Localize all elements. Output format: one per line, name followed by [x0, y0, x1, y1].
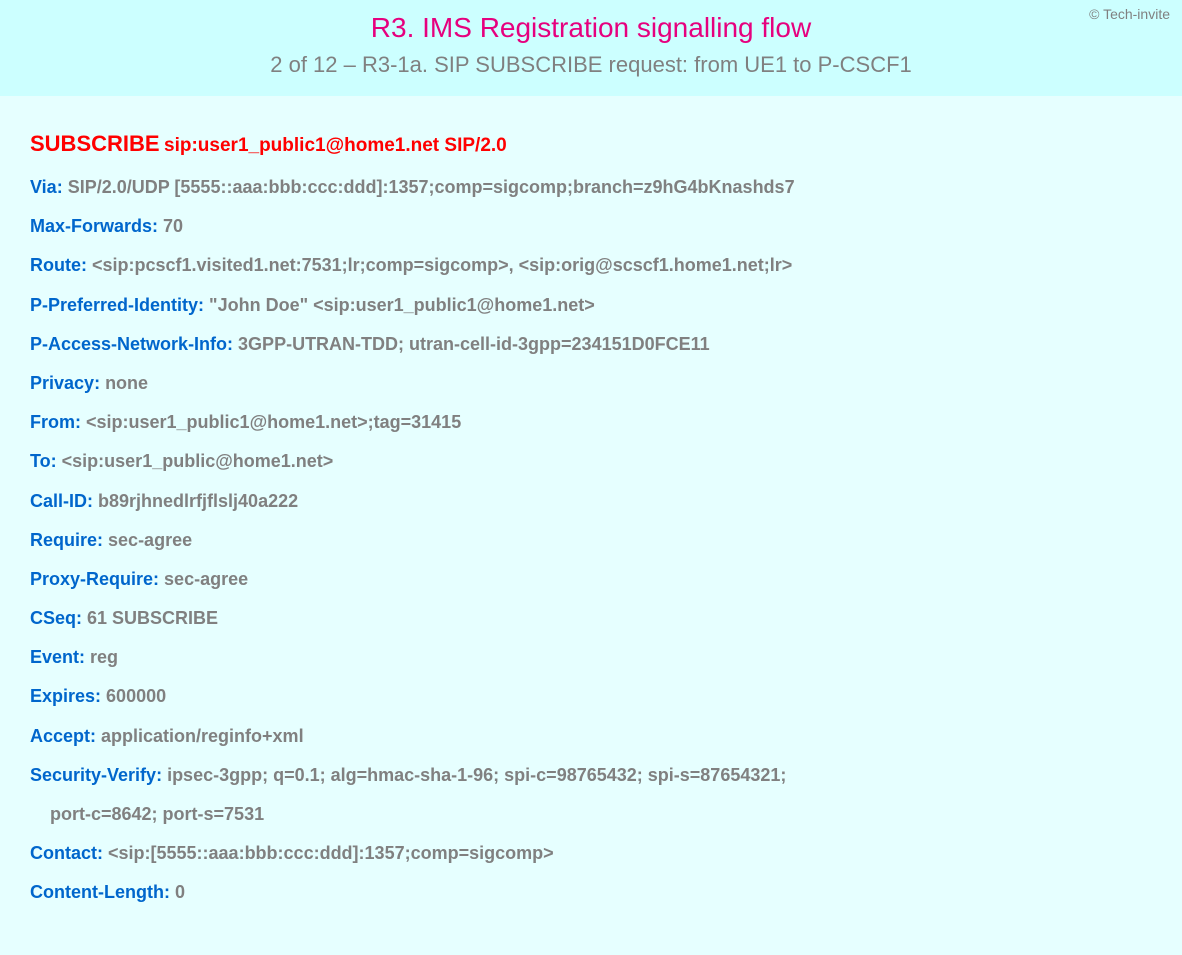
sip-header-value: <sip:user1_public1@home1.net>;tag=31415	[86, 412, 461, 432]
sip-header-line: Route: <sip:pcscf1.visited1.net:7531;lr;…	[30, 253, 1152, 278]
main-title: R3. IMS Registration signalling flow	[0, 12, 1182, 44]
sip-header-value: none	[105, 373, 148, 393]
colon: :	[153, 569, 164, 589]
sip-header-line: Content-Length: 0	[30, 880, 1152, 905]
request-line: SUBSCRIBE sip:user1_public1@home1.net SI…	[30, 131, 1152, 157]
sip-header-value: reg	[90, 647, 118, 667]
sip-header-name: Accept	[30, 726, 90, 746]
page-header: © Tech-invite R3. IMS Registration signa…	[0, 0, 1182, 96]
sip-header-value: sec-agree	[164, 569, 248, 589]
sip-header-value: "John Doe" <sip:user1_public1@home1.net>	[209, 295, 595, 315]
sip-header-name: From	[30, 412, 75, 432]
sip-header-line: To: <sip:user1_public@home1.net>	[30, 449, 1152, 474]
sip-header-line: Security-Verify: ipsec-3gpp; q=0.1; alg=…	[30, 763, 1152, 788]
sip-header-value: <sip:pcscf1.visited1.net:7531;lr;comp=si…	[92, 255, 792, 275]
sip-header-value-cont: port-c=8642; port-s=7531	[50, 804, 264, 824]
colon: :	[95, 686, 106, 706]
sip-header-name: Event	[30, 647, 79, 667]
sip-header-line: Via: SIP/2.0/UDP [5555::aaa:bbb:ccc:ddd]…	[30, 175, 1152, 200]
sip-request-uri: sip:user1_public1@home1.net SIP/2.0	[164, 135, 507, 156]
sip-header-name: Call-ID	[30, 491, 87, 511]
sip-header-continuation: port-c=8642; port-s=7531	[30, 802, 1152, 827]
colon: :	[75, 412, 86, 432]
sip-header-value: b89rjhnedlrfjflslj40a222	[98, 491, 298, 511]
colon: :	[94, 373, 105, 393]
sip-header-line: P-Preferred-Identity: "John Doe" <sip:us…	[30, 293, 1152, 318]
sip-headers-block: Via: SIP/2.0/UDP [5555::aaa:bbb:ccc:ddd]…	[30, 175, 1152, 906]
sip-header-value: <sip:[5555::aaa:bbb:ccc:ddd]:1357;comp=s…	[108, 843, 554, 863]
colon: :	[97, 530, 108, 550]
sip-header-name: Content-Length	[30, 882, 164, 902]
sip-header-line: From: <sip:user1_public1@home1.net>;tag=…	[30, 410, 1152, 435]
sip-header-name: Proxy-Require	[30, 569, 153, 589]
colon: :	[227, 334, 238, 354]
sip-header-name: P-Preferred-Identity	[30, 295, 198, 315]
sip-header-name: Max-Forwards	[30, 216, 152, 236]
sip-header-line: P-Access-Network-Info: 3GPP-UTRAN-TDD; u…	[30, 332, 1152, 357]
sip-header-value: sec-agree	[108, 530, 192, 550]
colon: :	[81, 255, 92, 275]
colon: :	[198, 295, 209, 315]
colon: :	[57, 177, 68, 197]
sip-method: SUBSCRIBE	[30, 131, 160, 156]
sip-header-line: Max-Forwards: 70	[30, 214, 1152, 239]
sip-header-name: To	[30, 451, 51, 471]
sip-header-value: 600000	[106, 686, 166, 706]
sub-title: 2 of 12 – R3-1a. SIP SUBSCRIBE request: …	[0, 52, 1182, 78]
colon: :	[51, 451, 62, 471]
sip-header-line: Require: sec-agree	[30, 528, 1152, 553]
sip-header-name: Require	[30, 530, 97, 550]
colon: :	[90, 726, 101, 746]
colon: :	[164, 882, 175, 902]
sip-header-name: Contact	[30, 843, 97, 863]
sip-header-value: 61 SUBSCRIBE	[87, 608, 218, 628]
sip-header-line: CSeq: 61 SUBSCRIBE	[30, 606, 1152, 631]
sip-header-value: ipsec-3gpp; q=0.1; alg=hmac-sha-1-96; sp…	[167, 765, 786, 785]
sip-header-name: Expires	[30, 686, 95, 706]
colon: :	[97, 843, 108, 863]
copyright-text: © Tech-invite	[1089, 6, 1170, 22]
sip-header-line: Expires: 600000	[30, 684, 1152, 709]
colon: :	[79, 647, 90, 667]
sip-header-value: <sip:user1_public@home1.net>	[62, 451, 334, 471]
sip-header-line: Proxy-Require: sec-agree	[30, 567, 1152, 592]
sip-header-value: 0	[175, 882, 185, 902]
sip-header-name: Security-Verify	[30, 765, 156, 785]
sip-header-value: application/reginfo+xml	[101, 726, 304, 746]
sip-header-line: Contact: <sip:[5555::aaa:bbb:ccc:ddd]:13…	[30, 841, 1152, 866]
sip-header-line: Call-ID: b89rjhnedlrfjflslj40a222	[30, 489, 1152, 514]
sip-header-name: Via	[30, 177, 57, 197]
sip-header-name: Route	[30, 255, 81, 275]
sip-header-line: Privacy: none	[30, 371, 1152, 396]
colon: :	[156, 765, 167, 785]
colon: :	[152, 216, 163, 236]
colon: :	[87, 491, 98, 511]
sip-header-name: P-Access-Network-Info	[30, 334, 227, 354]
sip-header-value: SIP/2.0/UDP [5555::aaa:bbb:ccc:ddd]:1357…	[68, 177, 795, 197]
colon: :	[76, 608, 87, 628]
sip-message-content: SUBSCRIBE sip:user1_public1@home1.net SI…	[0, 96, 1182, 955]
sip-header-value: 70	[163, 216, 183, 236]
sip-header-name: Privacy	[30, 373, 94, 393]
sip-header-name: CSeq	[30, 608, 76, 628]
sip-header-line: Event: reg	[30, 645, 1152, 670]
sip-header-line: Accept: application/reginfo+xml	[30, 724, 1152, 749]
sip-header-value: 3GPP-UTRAN-TDD; utran-cell-id-3gpp=23415…	[238, 334, 710, 354]
